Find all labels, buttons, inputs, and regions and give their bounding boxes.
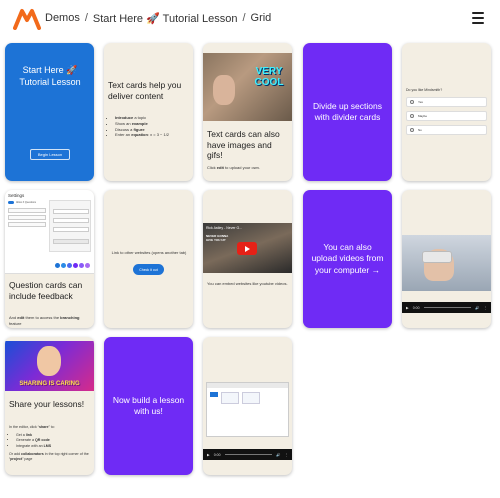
- play-icon[interactable]: ▶: [406, 306, 409, 310]
- card-divider[interactable]: Divide up sections with divider cards: [303, 43, 392, 181]
- question-text: Do you like Mindsmith?: [406, 88, 443, 92]
- card-link-text: Link to other websites (opens another ta…: [111, 250, 187, 255]
- card-embed-caption: You can embed websites like youtube vide…: [207, 281, 288, 286]
- radio-icon: [410, 128, 414, 132]
- video-progress[interactable]: [423, 306, 472, 309]
- hamburger-menu-button[interactable]: [472, 12, 484, 24]
- card-embed[interactable]: Rick Astley - Never G... NEVER GONNA GIV…: [203, 190, 292, 328]
- screen-recording-video[interactable]: [206, 382, 289, 437]
- cool-gif-image: VERY COOL: [203, 53, 292, 121]
- answer-option[interactable]: No: [406, 125, 487, 135]
- card-image-caption: Click edit to upload your own.: [207, 165, 260, 170]
- card-divider-text: Divide up sections with divider cards: [313, 100, 382, 122]
- card-text[interactable]: Text cards help you deliver content Intr…: [104, 43, 193, 181]
- settings-title: Settings: [8, 193, 25, 198]
- card-image[interactable]: VERY COOL Text cards can also have image…: [203, 43, 292, 181]
- video-time: 0:00: [213, 452, 221, 457]
- radio-icon: [410, 114, 414, 118]
- card-title[interactable]: Start Here 🚀 Tutorial Lesson Begin Lesso…: [5, 43, 94, 181]
- card-share-title: Share your lessons!: [9, 399, 85, 409]
- play-button[interactable]: [237, 242, 257, 255]
- top-bar: Demos / Start Here 🚀 Tutorial Lesson / G…: [0, 0, 500, 38]
- breadcrumb-grid: Grid: [250, 12, 272, 24]
- answer-option[interactable]: Yes: [406, 97, 487, 107]
- card-screen-video[interactable]: ▶ 0:00 🔊 ⋮: [203, 337, 292, 475]
- card-share-body: In the editor, click “share” to: Get a l…: [9, 425, 91, 462]
- card-feedback-caption: And edit them to access the branching fe…: [9, 315, 80, 326]
- toggle-icon: [8, 201, 14, 204]
- card-upload-divider[interactable]: You can also upload videos from your com…: [303, 190, 392, 328]
- card-feedback-title: Question cards can include feedback: [9, 280, 83, 301]
- breadcrumb-demos[interactable]: Demos: [45, 12, 80, 25]
- video-controls[interactable]: ▶ 0:00 🔊 ⋮: [203, 449, 292, 460]
- card-build-text: Now build a lesson with us!: [112, 394, 185, 416]
- card-video[interactable]: ▶ 0:00 🔊 ⋮: [402, 190, 491, 328]
- breadcrumb: Demos / Start Here 🚀 Tutorial Lesson / G…: [45, 12, 271, 25]
- video-subtitle: NEVER GONNA GIVE YOU UP: [206, 234, 229, 242]
- answer-option[interactable]: Maybe: [406, 111, 487, 121]
- begin-lesson-button[interactable]: Begin Lesson: [30, 149, 70, 160]
- card-text-title: Text cards help you deliver content: [108, 80, 182, 101]
- mindsmith-logo-icon[interactable]: [13, 8, 41, 30]
- vr-headset-icon: [422, 251, 452, 263]
- image-caption-text: VERY COOL: [254, 66, 284, 88]
- more-icon[interactable]: ⋮: [285, 453, 289, 457]
- list-item: Integrate with an LMS: [16, 444, 91, 449]
- list-item: Enter an equation: x = 3 − 1/2: [115, 132, 190, 138]
- breadcrumb-separator: /: [84, 12, 88, 24]
- card-build-lesson[interactable]: Now build a lesson with us!: [104, 337, 193, 475]
- volume-icon[interactable]: 🔊: [276, 453, 280, 457]
- card-title-text: Start Here 🚀 Tutorial Lesson: [19, 65, 81, 87]
- sharing-gif-image: SHARING IS CARING: [5, 341, 94, 391]
- card-question[interactable]: Do you like Mindsmith? Yes Maybe No: [402, 43, 491, 181]
- play-icon: [245, 245, 250, 252]
- play-icon[interactable]: ▶: [207, 453, 210, 457]
- volume-icon[interactable]: 🔊: [475, 306, 479, 310]
- card-share[interactable]: SHARING IS CARING Share your lessons! In…: [5, 337, 94, 475]
- image-caption-text: SHARING IS CARING: [19, 381, 80, 387]
- video-controls[interactable]: ▶ 0:00 🔊 ⋮: [402, 302, 491, 313]
- check-it-out-button[interactable]: Check it out: [133, 264, 164, 275]
- card-link[interactable]: Link to other websites (opens another ta…: [104, 190, 193, 328]
- settings-screenshot: Settings Allow 3 Questions: [5, 190, 94, 274]
- card-upload-text: You can also upload videos from your com…: [311, 242, 384, 275]
- breadcrumb-lesson[interactable]: Start Here 🚀 Tutorial Lesson: [93, 12, 238, 25]
- card-text-list: Introduce a topic Show an example Discus…: [108, 115, 190, 138]
- more-icon[interactable]: ⋮: [484, 306, 488, 310]
- card-image-title: Text cards can also have images and gifs…: [207, 129, 280, 161]
- breadcrumb-separator: /: [242, 12, 246, 24]
- radio-icon: [410, 100, 414, 104]
- video-title: Rick Astley - Never G...: [206, 226, 243, 230]
- card-feedback[interactable]: Settings Allow 3 Questions Question card…: [5, 190, 94, 328]
- hamburger-icon: [472, 12, 484, 14]
- youtube-video-embed[interactable]: Rick Astley - Never G... NEVER GONNA GIV…: [203, 223, 292, 273]
- video-time: 0:00: [412, 305, 420, 310]
- video-progress[interactable]: [224, 453, 273, 456]
- vr-video[interactable]: [402, 235, 491, 291]
